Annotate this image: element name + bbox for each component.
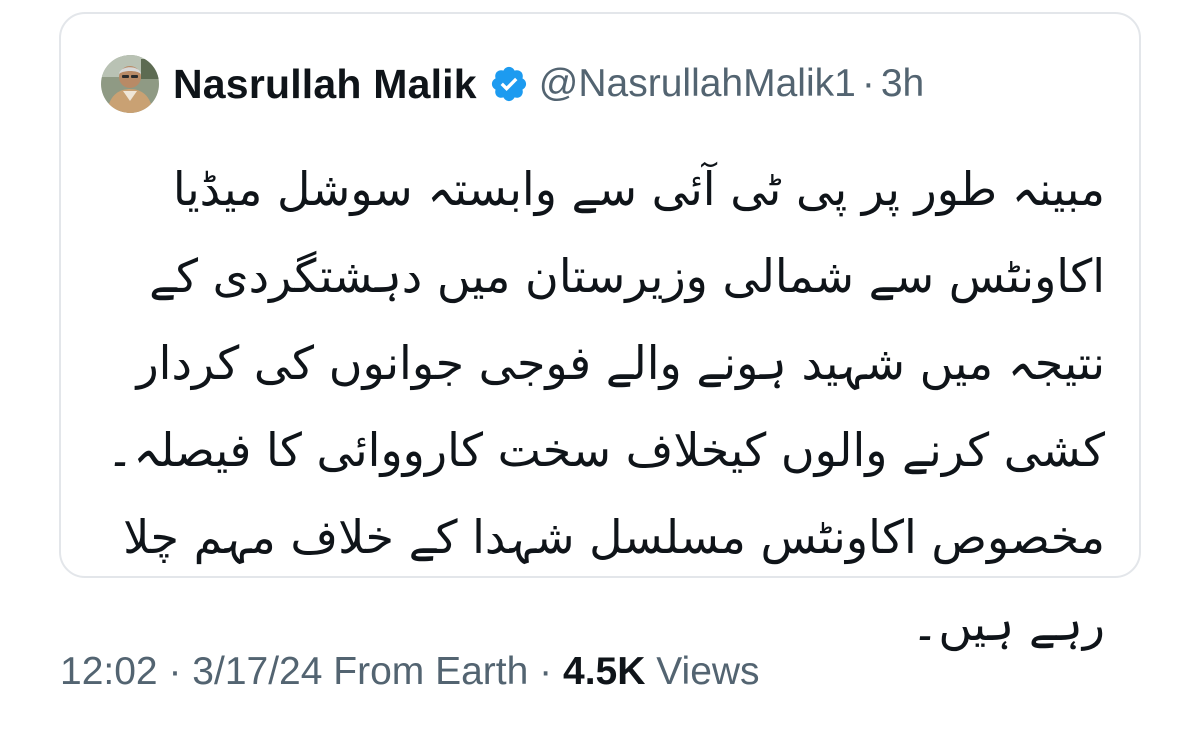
author-display-name[interactable]: Nasrullah Malik <box>173 61 477 108</box>
quoted-post-header: Nasrullah Malik @NasrullahMalik1 · 3h <box>101 54 924 114</box>
post-time-ago[interactable]: 3h <box>881 62 924 106</box>
quoted-post-text: مبینہ طور پر پی ٹی آئی سے وابستہ سوشل می… <box>106 162 1105 651</box>
author-avatar[interactable] <box>101 55 159 113</box>
views-count: 4.5K <box>563 650 646 693</box>
post-time[interactable]: 12:02 <box>60 650 158 693</box>
header-separator: · <box>861 62 875 105</box>
verified-badge-icon <box>489 64 529 104</box>
post-date[interactable]: 3/17/24 <box>192 650 322 693</box>
quoted-post-card[interactable]: Nasrullah Malik @NasrullahMalik1 · 3h مب… <box>59 12 1141 651</box>
views-label: Views <box>656 650 760 693</box>
post-source: From Earth <box>333 650 529 693</box>
meta-separator: · <box>168 650 182 693</box>
tweet-detail: Nasrullah Malik @NasrullahMalik1 · 3h مب… <box>0 0 1200 733</box>
author-handle[interactable]: @NasrullahMalik1 <box>539 62 856 106</box>
post-meta: 12:02 · 3/17/24 From Earth · 4.5K Views <box>60 650 760 694</box>
meta-separator: · <box>539 650 553 693</box>
